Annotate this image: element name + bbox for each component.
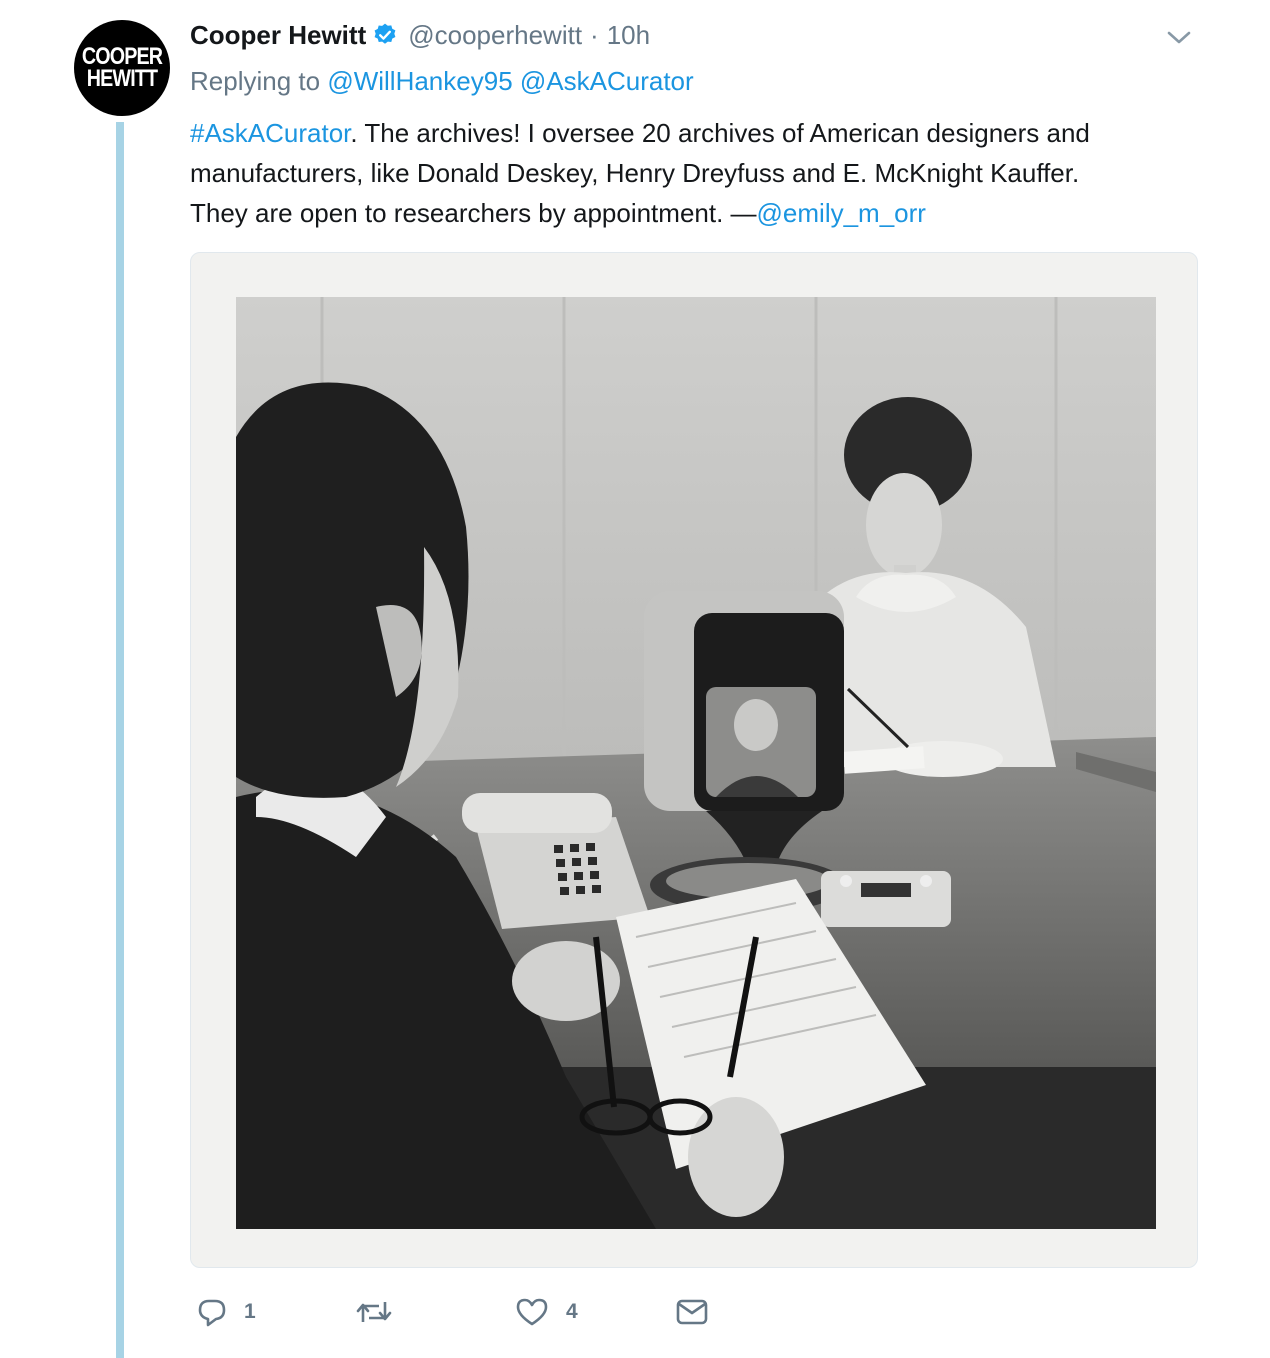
hashtag-link[interactable]: #AskACurator (190, 118, 350, 148)
retweet-icon (354, 1296, 394, 1328)
tweet-text-line-3: They are open to researchers by appointm… (190, 193, 1190, 233)
tweet-text: #AskACurator. The archives! I oversee 20… (190, 113, 1190, 233)
tweet-text-line-2: manufacturers, like Donald Deskey, Henry… (190, 158, 1080, 188)
direct-message-icon (674, 1296, 710, 1328)
like-button[interactable]: 4 (514, 1288, 578, 1336)
author-display-name[interactable]: Cooper Hewitt (190, 20, 366, 51)
replying-to-label: Replying to (190, 66, 321, 96)
tweet-timestamp[interactable]: 10h (607, 20, 650, 51)
direct-message-button[interactable] (674, 1288, 710, 1336)
retweet-button[interactable] (354, 1288, 410, 1336)
photo-image (236, 297, 1156, 1229)
avatar-logo-line-2: HEWITT (86, 65, 158, 92)
tweet-header: Cooper Hewitt @cooperhewitt · 10h (190, 16, 650, 54)
replying-to-context: Replying to @WillHankey95 @AskACurator (190, 66, 694, 97)
reply-mention-askacurator[interactable]: @AskACurator (520, 66, 694, 96)
tweet[interactable]: COOPER HEWITT Cooper Hewitt @cooperhewit… (0, 0, 1270, 1358)
reply-button[interactable]: 1 (196, 1288, 256, 1336)
thread-connector-line (116, 122, 124, 1358)
tweet-text-line-1: #AskACurator. The archives! I oversee 20… (190, 113, 1190, 153)
header-separator: · (590, 19, 599, 50)
reply-icon (196, 1296, 228, 1328)
like-icon (514, 1296, 550, 1328)
reply-count: 1 (244, 1300, 256, 1323)
author-handle[interactable]: @cooperhewitt (408, 20, 582, 51)
more-options-chevron-down-icon[interactable] (1164, 24, 1194, 50)
reply-mention-willhankey95[interactable]: @WillHankey95 (327, 66, 512, 96)
tweet-text-line-3-text: They are open to researchers by appointm… (190, 198, 757, 228)
tweet-actions: 1 4 (190, 1288, 890, 1336)
avatar[interactable]: COOPER HEWITT (74, 20, 170, 116)
tweet-text-line-1-rest: . The archives! I oversee 20 archives of… (350, 118, 1090, 148)
like-count: 4 (566, 1300, 578, 1323)
mention-link-emily-m-orr[interactable]: @emily_m_orr (757, 198, 926, 228)
verified-badge-icon (372, 22, 398, 48)
tweet-photo[interactable] (190, 252, 1198, 1268)
